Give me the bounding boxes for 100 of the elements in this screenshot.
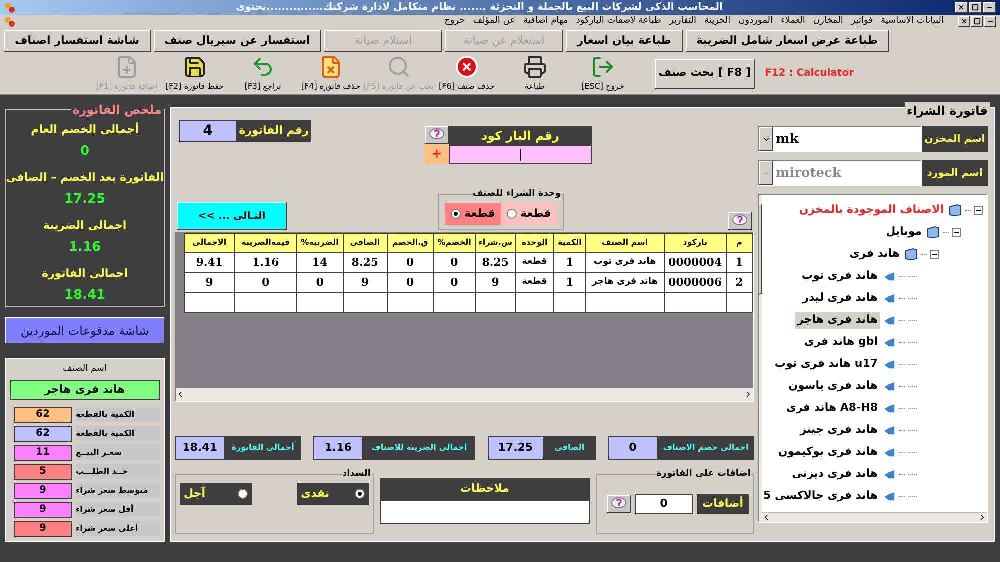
search-item-button[interactable]: [ F8 ] بحث صنف	[654, 58, 755, 89]
radio-button[interactable]	[355, 489, 365, 500]
toolbar-button[interactable]: طباعة	[502, 54, 567, 93]
restore-button[interactable]	[971, 16, 983, 28]
horizontal-scrollbar[interactable]	[176, 388, 753, 402]
leaf-icon	[883, 468, 896, 481]
collapse-toggle[interactable]	[974, 206, 983, 215]
menu-item[interactable]: المخازن	[813, 15, 844, 29]
minimize-button[interactable]	[984, 16, 996, 28]
menu-item[interactable]: الموردون	[738, 15, 774, 29]
table-cell: 2	[726, 272, 752, 293]
maximize-button[interactable]	[969, 2, 982, 13]
column-header: الصافى	[343, 234, 388, 253]
additions-field[interactable]: 0	[635, 494, 693, 514]
menu-item[interactable]: طباعة لاصقات الباركود	[576, 15, 662, 29]
total-field: 0	[608, 436, 658, 460]
menu-item[interactable]: مهام اضافية	[524, 15, 568, 29]
table-cell: 1	[554, 252, 586, 273]
dropdown-field[interactable]: mk	[758, 126, 922, 152]
folder-icon	[927, 226, 940, 239]
tree-item[interactable]: هاند فرى جالاكسى 5	[762, 488, 880, 505]
value-field: 9	[14, 520, 72, 537]
tree-item[interactable]: الاصناف الموجودة بالمخزن	[797, 202, 946, 219]
table-cell: هاند فرى هاجر	[586, 272, 664, 293]
menu-item[interactable]: فواتير	[851, 15, 873, 29]
tree-item[interactable]: gbl هاند فرى	[802, 334, 880, 351]
table-cell: 0	[433, 272, 476, 293]
menu-item[interactable]: التقارير	[669, 15, 697, 29]
app-icon	[4, 2, 16, 14]
value-field: 9	[14, 482, 72, 499]
total-label: أجمالى الضريبة للاصناف	[363, 436, 476, 460]
leaf-icon	[883, 424, 896, 437]
collapse-toggle[interactable]	[930, 250, 939, 259]
column-header: ق.الخصم	[387, 234, 434, 253]
table-cell: 8.25	[343, 252, 388, 273]
option-label: قطعة	[464, 206, 496, 222]
radio-button[interactable]	[450, 209, 461, 220]
field-label: اسم المورد	[922, 160, 988, 186]
total-label: اجمالى خصم الاصناف	[658, 436, 754, 460]
toolbar-button[interactable]: طباعة بيان اسعار	[566, 30, 683, 52]
radio-button[interactable]	[506, 209, 517, 220]
scroll-right-icon[interactable]	[744, 390, 753, 400]
tree-item[interactable]: هاند فرى بوكيمون	[776, 444, 880, 461]
search-icon	[386, 54, 411, 79]
tree-item[interactable]: هاند فرى ياسون	[786, 378, 880, 395]
menu-item[interactable]: البيانات الاساسية	[881, 15, 944, 29]
column-header: الكمية	[554, 234, 586, 253]
table-cell: 0	[234, 272, 297, 293]
table-cell: 8.25	[476, 252, 516, 273]
tree-item[interactable]: A8-H8 هاند فرى	[784, 400, 880, 417]
table-cell: 0000006	[664, 272, 726, 293]
tree-item[interactable]: هاند فرى هاجر	[795, 312, 880, 329]
help-icon[interactable]	[728, 212, 752, 230]
column-header: س.شراء	[476, 234, 516, 253]
scroll-left-icon[interactable]	[176, 390, 185, 400]
tree-item[interactable]: موبايل	[884, 224, 924, 241]
radio-button[interactable]	[238, 489, 248, 500]
leaf-icon	[883, 314, 896, 327]
toolbar-button[interactable]: حذف صنف [F6]	[434, 54, 499, 93]
toolbar-button[interactable]: استفسار عن سيريال صنف	[154, 30, 322, 52]
table-cell: 0	[387, 252, 434, 273]
panel-title: فاتورة الشراء	[904, 102, 990, 120]
tree-item[interactable]: هاند فرى ديزنى	[790, 466, 880, 483]
help-icon[interactable]	[425, 126, 449, 144]
tree-item[interactable]: هاند فرى جينز	[798, 422, 880, 439]
table-cell: 9	[184, 272, 235, 293]
leaf-icon	[883, 270, 896, 283]
tree-item[interactable]: هاند فرى ليدر	[800, 290, 880, 307]
toolbar-button[interactable]: خروج [ESC]	[570, 54, 635, 93]
table-cell: 9	[343, 272, 388, 293]
value-field: 62	[14, 426, 72, 442]
toolbar-button[interactable]: تراجع [F3]	[230, 54, 295, 93]
minimize-button[interactable]	[983, 2, 996, 13]
next-button[interactable]: التـالى ... >>	[177, 202, 287, 230]
close-icon	[958, 4, 965, 11]
menu-item[interactable]: خروج	[444, 15, 466, 29]
tree-item[interactable]: هاند فرى	[848, 246, 902, 263]
notes-field[interactable]	[380, 500, 590, 524]
help-icon[interactable]	[607, 495, 631, 514]
close-button[interactable]	[955, 2, 968, 13]
app-icon	[4, 16, 16, 28]
scroll-right-icon[interactable]	[978, 513, 987, 522]
field-label: حــد الطلـــب	[76, 464, 160, 480]
tree-item[interactable]: u17 هاند فرى توب	[772, 356, 880, 373]
barcode-field[interactable]	[449, 145, 592, 164]
supplier-payments-button[interactable]: شاشة مدفوعات الموردين	[5, 317, 165, 344]
close-button[interactable]	[958, 16, 970, 28]
horizontal-scrollbar[interactable]	[762, 512, 987, 522]
toolbar-button[interactable]: حفظ فاتورة [F2]	[162, 54, 227, 93]
toolbar-button[interactable]: حذف فاتورة [F4]	[298, 54, 363, 93]
menu-item[interactable]: عن المؤلف	[473, 15, 516, 29]
tree-item[interactable]: هاند فرى توب	[800, 268, 880, 285]
collapse-toggle[interactable]	[952, 228, 961, 237]
summary-label: الفاتورة بعد الخصم – الصافى	[6, 170, 164, 186]
summary-label: أجمالى الخصم العام	[31, 122, 139, 138]
toolbar-button[interactable]: طباعة عرض اسعار شامل الضريبة	[686, 30, 889, 52]
toolbar-button[interactable]: شاشة استفسار اصناف	[4, 30, 151, 52]
menu-item[interactable]: العملاء	[781, 15, 806, 29]
printer-icon	[522, 54, 547, 79]
menu-item[interactable]: الخزينة	[704, 15, 731, 29]
